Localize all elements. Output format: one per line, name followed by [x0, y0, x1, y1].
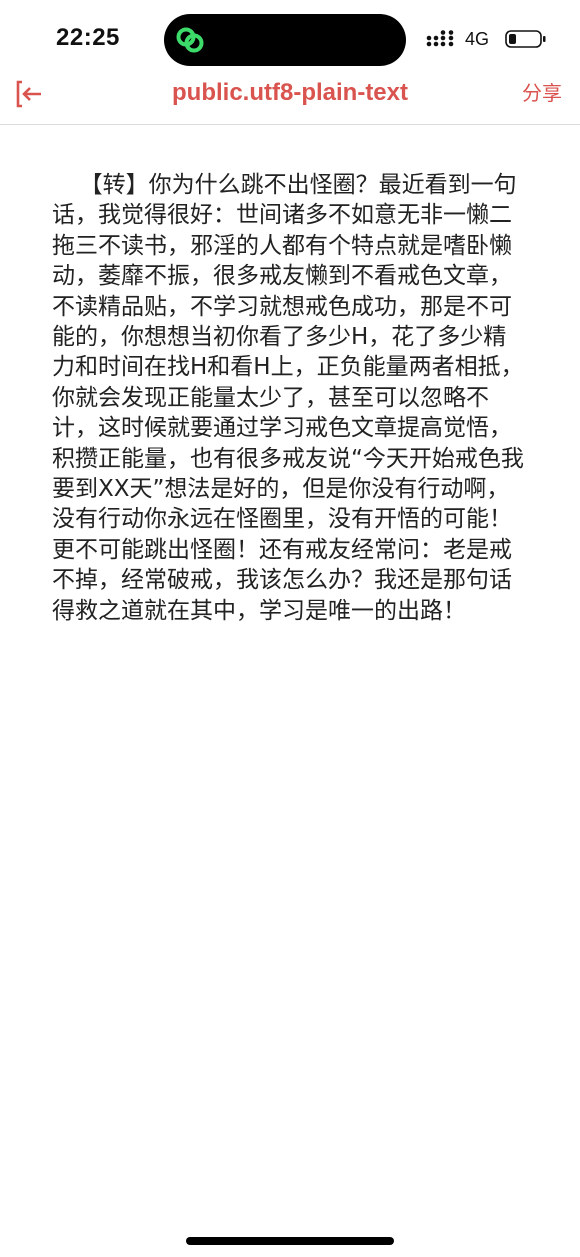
- home-indicator[interactable]: [186, 1237, 394, 1245]
- status-bar: 22:25 4G: [0, 0, 580, 78]
- page-title: public.utf8-plain-text: [172, 79, 408, 106]
- document-text: 【转】你为什么跳不出怪圈？最近看到一句话，我觉得很好：世间诸多不如意无非一懒二拖…: [52, 172, 524, 624]
- signal-dots-icon: [426, 30, 454, 47]
- battery-low-icon: [505, 30, 546, 48]
- network-type: 4G: [465, 29, 490, 49]
- share-button[interactable]: 分享: [522, 80, 562, 106]
- exit-arrow-icon: [16, 80, 41, 108]
- exit-button[interactable]: [14, 78, 46, 110]
- link-rings-icon: [176, 27, 204, 53]
- screen: 22:25 4G public.utf8-plain-text 分享 【转】你为…: [0, 0, 580, 1257]
- dynamic-island: [164, 14, 406, 66]
- nav-bar: public.utf8-plain-text 分享: [0, 78, 580, 125]
- status-time: 22:25: [56, 24, 120, 51]
